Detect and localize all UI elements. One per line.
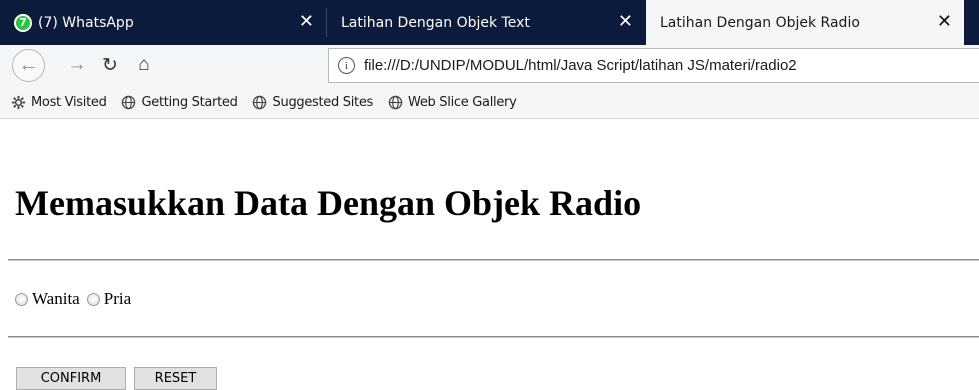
reload-button[interactable]: ↻ bbox=[97, 52, 123, 78]
tab-title: Latihan Dengan Objek Text bbox=[341, 14, 530, 31]
tab-latihan-text[interactable]: Latihan Dengan Objek Text ✕ bbox=[327, 0, 645, 45]
bookmark-suggested-sites[interactable]: Suggested Sites bbox=[252, 95, 373, 111]
globe-icon bbox=[387, 95, 403, 111]
bookmark-label: Getting Started bbox=[141, 95, 238, 110]
reset-button[interactable]: RESET bbox=[134, 367, 217, 390]
bookmark-most-visited[interactable]: Most Visited bbox=[10, 95, 107, 111]
close-icon[interactable]: ✕ bbox=[618, 11, 633, 33]
back-button[interactable]: ← bbox=[12, 49, 45, 82]
tab-title: (7) WhatsApp bbox=[38, 14, 134, 31]
tab-strip: 7 (7) WhatsApp ✕ Latihan Dengan Objek Te… bbox=[0, 0, 979, 45]
gender-radio-group: Wanita Pria bbox=[15, 289, 138, 309]
tab-whatsapp[interactable]: 7 (7) WhatsApp ✕ bbox=[0, 0, 326, 45]
close-icon[interactable]: ✕ bbox=[299, 11, 314, 33]
page-title: Memasukkan Data Dengan Objek Radio bbox=[15, 183, 642, 223]
page-content: Memasukkan Data Dengan Objek Radio Wanit… bbox=[0, 120, 979, 390]
bookmark-getting-started[interactable]: Getting Started bbox=[121, 95, 238, 111]
gear-icon bbox=[10, 95, 26, 111]
home-button[interactable]: ⌂ bbox=[131, 52, 157, 78]
bookmark-label: Web Slice Gallery bbox=[408, 95, 517, 110]
back-arrow-icon: ← bbox=[18, 54, 39, 76]
reload-icon: ↻ bbox=[102, 54, 118, 76]
radio-label-pria: Pria bbox=[103, 289, 132, 308]
radio-label-wanita: Wanita bbox=[32, 289, 80, 308]
bookmark-label: Suggested Sites bbox=[272, 95, 374, 110]
url-bar[interactable]: i file:///D:/UNDIP/MODUL/html/Java Scrip… bbox=[328, 48, 979, 83]
home-icon: ⌂ bbox=[138, 54, 150, 75]
bookmark-web-slice-gallery[interactable]: Web Slice Gallery bbox=[387, 95, 517, 111]
forward-button[interactable]: → bbox=[64, 52, 90, 78]
radio-pria[interactable] bbox=[86, 292, 100, 306]
url-text[interactable]: file:///D:/UNDIP/MODUL/html/Java Script/… bbox=[364, 57, 797, 74]
whatsapp-icon: 7 bbox=[14, 13, 32, 32]
navigation-bar: ← → ↻ ⌂ i file:///D:/UNDIP/MODUL/html/Ja… bbox=[0, 45, 979, 87]
bookmark-label: Most Visited bbox=[31, 95, 107, 110]
close-icon[interactable]: ✕ bbox=[937, 11, 952, 33]
forward-arrow-icon: → bbox=[67, 54, 87, 75]
bookmarks-bar: Most Visited Getting Started Suggested S… bbox=[0, 87, 979, 119]
tab-latihan-radio[interactable]: Latihan Dengan Objek Radio ✕ bbox=[646, 0, 964, 45]
divider bbox=[8, 259, 979, 261]
globe-icon bbox=[252, 95, 268, 111]
tab-title: Latihan Dengan Objek Radio bbox=[660, 14, 860, 31]
globe-icon bbox=[121, 95, 137, 111]
info-icon[interactable]: i bbox=[338, 57, 355, 74]
confirm-button[interactable]: CONFIRM bbox=[16, 367, 126, 390]
divider bbox=[8, 336, 979, 338]
radio-wanita[interactable] bbox=[15, 292, 28, 306]
